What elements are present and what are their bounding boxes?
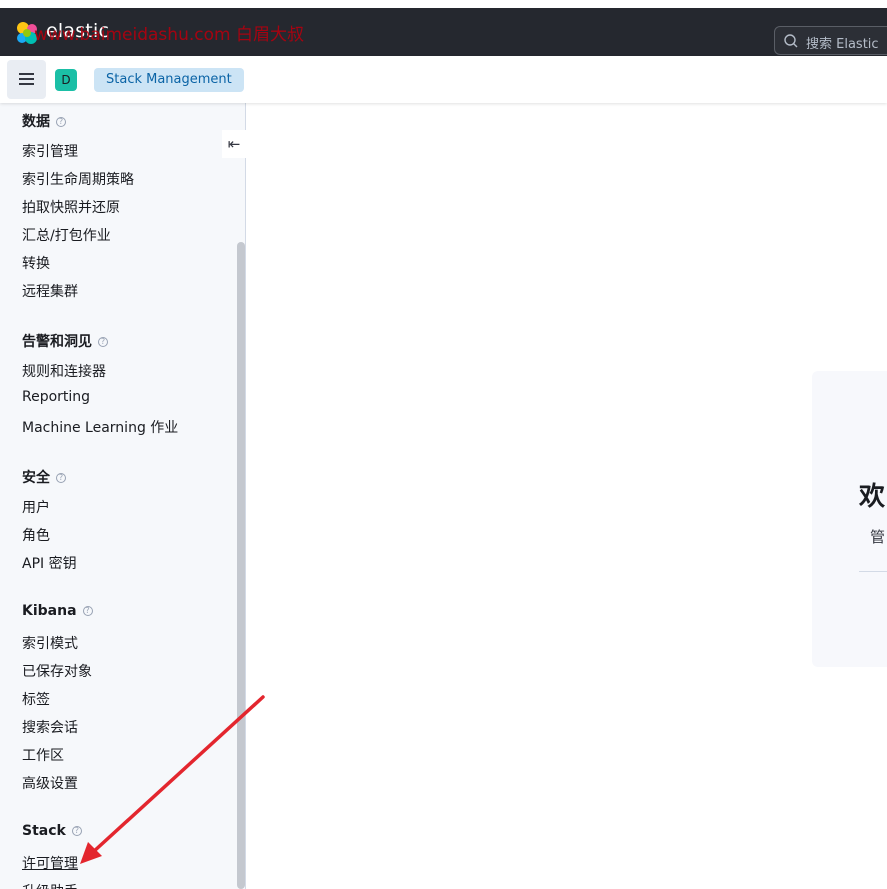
sidebar-item[interactable]: 索引管理 xyxy=(22,141,78,161)
watermark-text: www.baimeidashu.com 白眉大叔 xyxy=(34,25,304,45)
sub-header: D Stack Management xyxy=(0,56,887,103)
breadcrumb-stack-management[interactable]: Stack Management xyxy=(94,68,244,92)
section-title-4: Stack? xyxy=(22,823,82,839)
sidebar-item[interactable]: Reporting xyxy=(22,389,90,405)
welcome-divider xyxy=(859,571,887,572)
sidebar-item[interactable]: 升级助手 xyxy=(22,881,78,889)
section-title-label: 数据 xyxy=(22,114,50,130)
welcome-card xyxy=(812,371,887,667)
help-icon[interactable]: ? xyxy=(71,826,82,836)
section-title-label: Kibana xyxy=(22,603,77,619)
sidebar-item[interactable]: 用户 xyxy=(22,497,50,517)
sidebar-item[interactable]: 远程集群 xyxy=(22,281,78,301)
sidebar-item[interactable]: 拍取快照并还原 xyxy=(22,197,120,217)
search-icon xyxy=(784,34,798,48)
sidebar-item[interactable]: 许可管理 xyxy=(22,853,78,873)
section-title-2: 安全? xyxy=(22,467,66,487)
welcome-subtitle: 管 xyxy=(870,528,886,546)
space-avatar[interactable]: D xyxy=(55,69,77,91)
sidebar-item[interactable]: 高级设置 xyxy=(22,773,78,793)
search-placeholder: 搜索 Elastic xyxy=(806,37,879,52)
sidebar-item[interactable]: 规则和连接器 xyxy=(22,361,106,381)
help-icon[interactable]: ? xyxy=(98,337,108,347)
sidebar-item[interactable]: 工作区 xyxy=(22,745,64,765)
sidebar-item[interactable]: 角色 xyxy=(22,525,50,545)
welcome-title: 欢 xyxy=(859,482,886,512)
section-title-3: Kibana? xyxy=(22,603,93,619)
help-icon[interactable]: ? xyxy=(56,117,66,127)
browser-top-strip xyxy=(0,0,887,8)
sidebar-item[interactable]: API 密钥 xyxy=(22,553,77,573)
section-title-0: 数据? xyxy=(22,111,66,131)
sidebar-item[interactable]: 已保存对象 xyxy=(22,661,92,681)
main-content xyxy=(246,103,887,889)
sidebar: 数据? 索引管理索引生命周期策略 拍取快照并还原 汇总/打包作业 转换远程集群告警和洞见… xyxy=(0,103,246,889)
section-title-label: 告警和洞见 xyxy=(22,334,92,350)
menu-toggle-button[interactable] xyxy=(7,60,46,99)
section-title-label: 安全 xyxy=(22,470,50,486)
section-title-1: 告警和洞见? xyxy=(22,331,108,351)
sidebar-item[interactable]: 标签 xyxy=(22,689,50,709)
sidebar-scrollbar[interactable] xyxy=(237,242,245,889)
help-icon[interactable]: ? xyxy=(82,606,93,616)
sidebar-item[interactable]: 汇总/打包作业 xyxy=(22,225,111,245)
collapse-sidebar-button[interactable]: ⇤ xyxy=(222,130,246,158)
sidebar-item[interactable]: Machine Learning 作业 xyxy=(22,417,178,437)
sidebar-item[interactable]: 索引生命周期策略 xyxy=(22,169,134,189)
help-icon[interactable]: ? xyxy=(56,473,66,483)
sidebar-item[interactable]: 搜索会话 xyxy=(22,717,78,737)
search-input[interactable]: 搜索 Elastic xyxy=(774,26,887,55)
top-header: elastic www.baimeidashu.com 白眉大叔 搜索 Elas… xyxy=(0,8,887,56)
sidebar-item[interactable]: 索引模式 xyxy=(22,633,78,653)
sidebar-item[interactable]: 转换 xyxy=(22,253,50,273)
section-title-label: Stack xyxy=(22,823,66,839)
